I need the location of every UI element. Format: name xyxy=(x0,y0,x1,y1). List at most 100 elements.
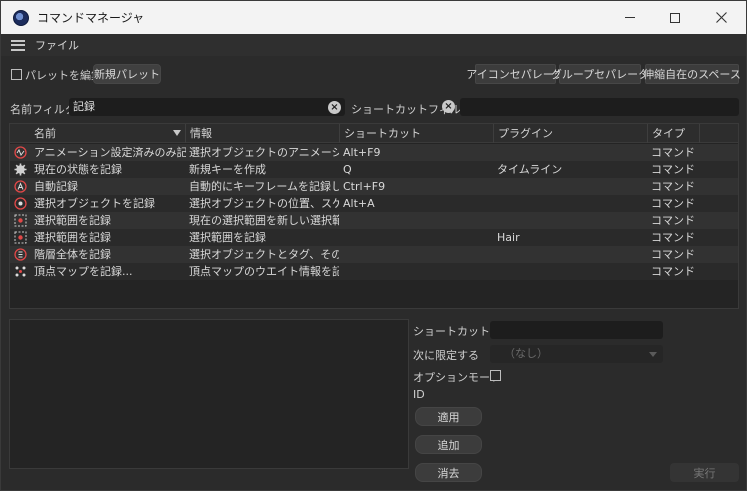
cell-info: 選択オブジェクトとタグ、その子にキー xyxy=(189,248,339,261)
minimize-icon xyxy=(625,17,635,18)
new-palette-button[interactable]: 新規パレット xyxy=(93,64,161,84)
cell-name: アニメーション設定済みのみ記録 xyxy=(34,146,186,159)
cell-shortcut: Alt+F9 xyxy=(343,146,381,159)
shortcut-input[interactable] xyxy=(490,321,663,339)
table-row[interactable]: 階層全体を記録 選択オブジェクトとタグ、その子にキー コマンド xyxy=(10,246,738,263)
gear-record-icon xyxy=(14,163,27,176)
palette-toolbar: パレットを編集 新規パレット アイコンセパレータ グループセパレータ 伸縮自在の… xyxy=(1,61,746,87)
cell-type: コマンド xyxy=(651,248,695,261)
cell-name: 頂点マップを記録... xyxy=(34,265,133,278)
delete-button[interactable]: 消去 xyxy=(415,463,482,482)
cell-type: コマンド xyxy=(651,231,695,244)
id-label: ID xyxy=(413,388,425,401)
cell-info: 選択範囲を記録 xyxy=(189,231,266,244)
edit-palette-checkbox[interactable] xyxy=(11,69,22,80)
icon-separator-button[interactable]: アイコンセパレータ xyxy=(466,64,565,84)
column-header-info[interactable]: 情報 xyxy=(185,124,339,143)
hamburger-menu-icon[interactable] xyxy=(11,39,25,51)
sort-descending-icon xyxy=(173,130,181,136)
maximize-icon xyxy=(670,12,680,23)
cell-name: 選択範囲を記録 xyxy=(34,231,111,244)
cell-name: 階層全体を記録 xyxy=(34,248,111,261)
cell-shortcut xyxy=(343,229,493,246)
apply-button[interactable]: 適用 xyxy=(415,407,482,426)
table-header: 名前 情報 ショートカット プラグイン タイプ xyxy=(10,124,738,143)
command-manager-window: コマンドマネージャ ファイル パレットを編集 新規パレット アイコンセパレータ … xyxy=(0,0,747,491)
column-header-extra xyxy=(699,124,738,143)
table-row[interactable]: アニメーション設定済みのみ記録選択オブジェクトのアニメーション設定 Alt+F9 コ… xyxy=(10,144,738,161)
command-preview-panel xyxy=(9,319,409,469)
cell-info: 選択オブジェクトのアニメーション設定 xyxy=(189,146,339,159)
cinema4d-app-icon xyxy=(13,9,29,26)
selection-range-icon xyxy=(14,231,27,244)
hierarchy-record-icon xyxy=(14,248,27,261)
vertex-map-record-icon xyxy=(14,265,27,278)
cell-name: 現在の状態を記録 xyxy=(34,163,122,176)
menu-file[interactable]: ファイル xyxy=(35,37,79,53)
column-header-name[interactable]: 名前 xyxy=(10,124,185,143)
execute-button[interactable]: 実行 xyxy=(670,463,739,482)
minimize-button[interactable] xyxy=(607,1,653,34)
auto-record-icon xyxy=(14,180,27,193)
command-table: 名前 情報 ショートカット プラグイン タイプ アニメーション設定済みのみ記録選… xyxy=(9,123,739,309)
selection-range-icon xyxy=(14,214,27,227)
cell-plugin xyxy=(497,178,647,195)
close-button[interactable] xyxy=(698,1,744,34)
column-header-type[interactable]: タイプ xyxy=(647,124,699,143)
cell-info: 選択オブジェクトの位置、スケール、回 xyxy=(189,197,339,210)
cell-type: コマンド xyxy=(651,197,695,210)
name-filter-label: 名前フィルタ xyxy=(10,103,76,116)
cell-shortcut xyxy=(343,212,493,229)
cell-shortcut: Q xyxy=(343,163,352,176)
shortcut-label: ショートカット xyxy=(413,325,490,338)
maximize-button[interactable] xyxy=(652,1,698,34)
close-icon xyxy=(715,12,727,23)
cell-type: コマンド xyxy=(651,180,695,193)
cell-type: コマンド xyxy=(651,265,695,278)
cell-plugin xyxy=(497,195,647,212)
cell-info: 頂点マップのウエイト情報を記録し、 xyxy=(189,265,339,278)
column-header-shortcut[interactable]: ショートカット xyxy=(339,124,493,143)
shortcut-filter-input[interactable] xyxy=(460,98,739,116)
cell-shortcut: Ctrl+F9 xyxy=(343,180,386,193)
edit-palette-label[interactable]: パレットを編集 xyxy=(25,67,102,83)
cell-plugin xyxy=(497,263,647,280)
clear-name-filter-icon[interactable]: × xyxy=(328,101,341,114)
column-header-plugin[interactable]: プラグイン xyxy=(493,124,647,143)
stretch-space-button[interactable]: 伸縮自在のスペース xyxy=(643,64,741,84)
table-row[interactable]: 自動記録 自動的にキーフレームを記録します Ctrl+F9 コマンド xyxy=(10,178,738,195)
cell-plugin xyxy=(497,144,647,161)
option-mode-checkbox[interactable] xyxy=(490,370,501,381)
cell-shortcut: Alt+A xyxy=(343,197,375,210)
cell-plugin xyxy=(497,212,647,229)
restrict-dropdown[interactable]: （なし） xyxy=(490,345,663,363)
cell-info: 新規キーを作成 xyxy=(189,163,266,176)
restrict-value: （なし） xyxy=(504,347,548,360)
cell-info: 自動的にキーフレームを記録します xyxy=(189,180,339,193)
cell-plugin xyxy=(497,246,647,263)
window-title: コマンドマネージャ xyxy=(37,11,145,25)
option-mode-label: オプションモード xyxy=(413,371,501,384)
cell-type: コマンド xyxy=(651,146,695,159)
name-filter-input[interactable]: 記録 xyxy=(69,98,345,116)
menu-bar: ファイル xyxy=(1,34,746,56)
cell-shortcut xyxy=(343,263,493,280)
cell-info: 現在の選択範囲を新しい選択範囲 xyxy=(189,214,339,227)
table-row[interactable]: 選択オブジェクトを記録 選択オブジェクトの位置、スケール、回 Alt+A コマンド xyxy=(10,195,738,212)
cell-plugin: Hair xyxy=(497,231,520,244)
cell-shortcut xyxy=(343,246,493,263)
cell-name: 選択オブジェクトを記録 xyxy=(34,197,155,210)
table-row[interactable]: 選択範囲を記録 選択範囲を記録 Hair コマンド xyxy=(10,229,738,246)
cell-plugin: タイムライン xyxy=(497,163,563,176)
cell-name: 選択範囲を記録 xyxy=(34,214,111,227)
cell-type: コマンド xyxy=(651,214,695,227)
cell-name: 自動記録 xyxy=(34,180,78,193)
title-bar[interactable]: コマンドマネージャ xyxy=(1,1,746,34)
table-row[interactable]: 現在の状態を記録 新規キーを作成 Q タイムライン コマンド xyxy=(10,161,738,178)
group-separator-button[interactable]: グループセパレータ xyxy=(551,64,649,84)
add-button[interactable]: 追加 xyxy=(415,435,482,454)
table-row[interactable]: 選択範囲を記録 現在の選択範囲を新しい選択範囲 コマンド xyxy=(10,212,738,229)
table-row[interactable]: 頂点マップを記録... 頂点マップのウエイト情報を記録し、 コマンド xyxy=(10,263,738,280)
clear-shortcut-filter-icon[interactable]: × xyxy=(442,100,455,113)
animation-record-icon xyxy=(14,146,27,159)
